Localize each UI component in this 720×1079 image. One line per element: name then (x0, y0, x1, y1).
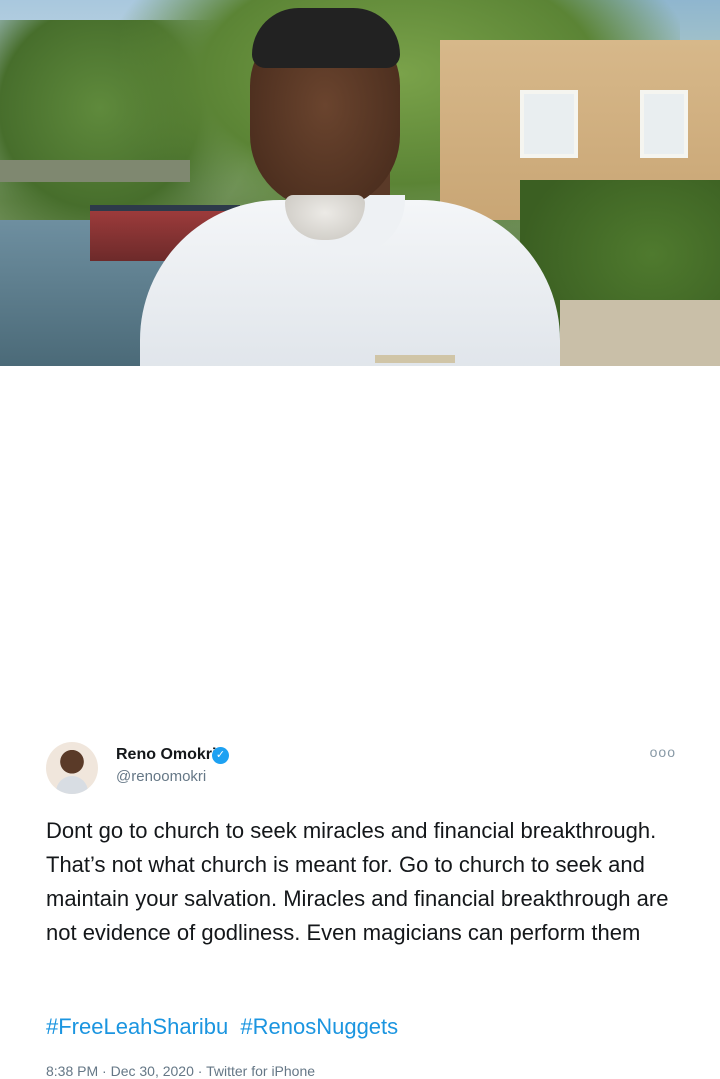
tweet-photo[interactable] (0, 0, 720, 366)
verified-badge-icon: ✓ (212, 747, 229, 764)
hashtag-link[interactable]: #RenosNuggets (240, 1014, 398, 1039)
meta-separator: · (102, 1063, 107, 1079)
hashtag-link[interactable]: #FreeLeahSharibu (46, 1014, 228, 1039)
meta-separator: · (197, 1063, 203, 1079)
tweet-meta: 8:38 PM · Dec 30, 2020 · Twitter for iPh… (46, 1063, 315, 1079)
tweet-date[interactable]: Dec 30, 2020 (111, 1063, 194, 1079)
tweet-time[interactable]: 8:38 PM (46, 1063, 98, 1079)
hashtags: #FreeLeahSharibu #RenosNuggets (46, 1014, 404, 1040)
more-dots-icon[interactable]: ooo (650, 744, 676, 760)
tweet-header: Reno Omokri ✓ @renoomokri ooo (46, 742, 686, 798)
avatar[interactable] (46, 742, 98, 794)
author-handle[interactable]: @renoomokri (116, 768, 206, 785)
tweet-body: Dont go to church to seek miracles and f… (46, 818, 669, 945)
person-portrait (140, 0, 560, 366)
tweet-source[interactable]: Twitter for iPhone (206, 1063, 315, 1079)
author-name[interactable]: Reno Omokri (116, 746, 216, 764)
